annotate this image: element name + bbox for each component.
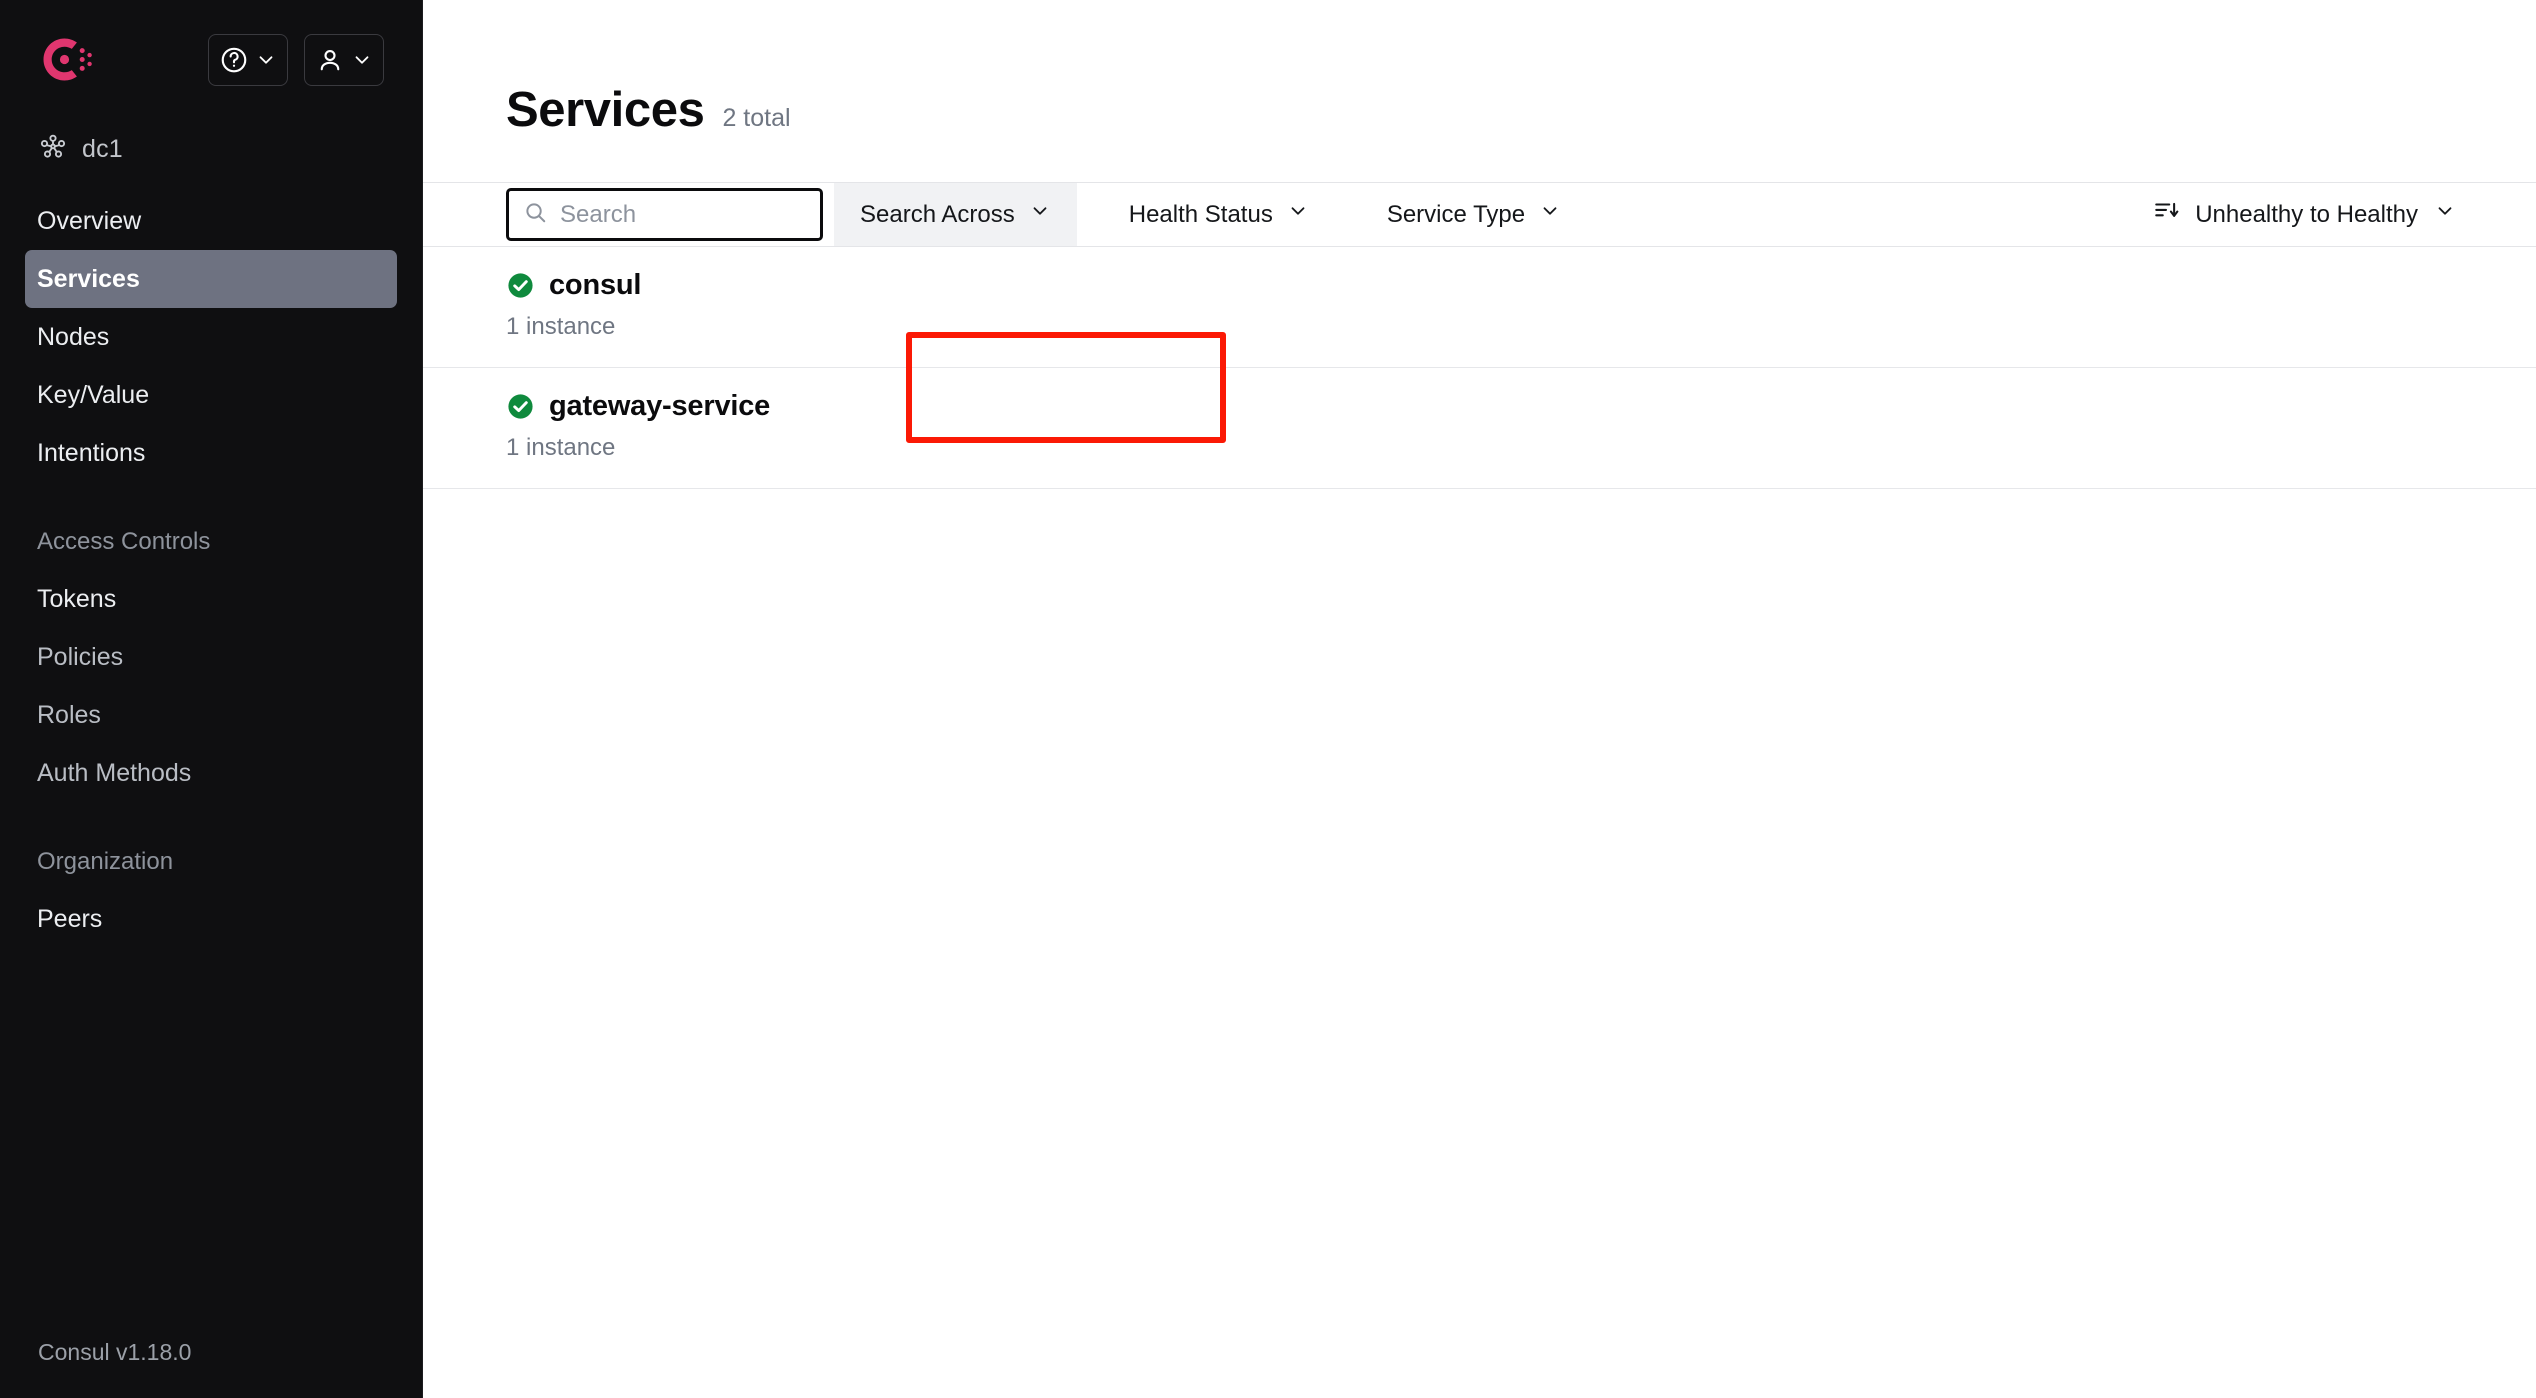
search-input[interactable] (560, 200, 806, 229)
chevron-down-icon (255, 49, 277, 71)
sidebar-item-tokens[interactable]: Tokens (25, 570, 397, 628)
chevron-down-icon (1539, 200, 1561, 229)
sidebar-section-access-controls: Access Controls (37, 528, 211, 555)
help-circle-icon (219, 45, 249, 75)
check-circle-icon (506, 392, 535, 421)
page-header: Services 2 total (423, 0, 2536, 138)
sidebar-item-peers[interactable]: Peers (25, 890, 397, 948)
service-name-row: gateway-service (506, 390, 2536, 423)
service-instance-count: 1 instance (506, 434, 616, 461)
chevron-down-icon (1287, 200, 1309, 229)
service-list-item-gateway-service[interactable]: gateway-service 1 instance (423, 368, 2536, 489)
sidebar-nav: Overview Services Nodes Key/Value Intent… (0, 192, 422, 948)
sidebar-item-nodes[interactable]: Nodes (25, 308, 397, 366)
service-list-item-consul[interactable]: consul 1 instance (423, 247, 2536, 368)
sort-label: Unhealthy to Healthy (2195, 200, 2418, 228)
sidebar-item-key-value[interactable]: Key/Value (25, 366, 397, 424)
main-content: Services 2 total Search Across (423, 0, 2536, 1398)
help-menu-button[interactable] (208, 34, 288, 86)
nodes-icon (38, 132, 68, 167)
service-list: consul 1 instance gateway-service 1 inst… (423, 247, 2536, 489)
service-instance-count: 1 instance (506, 313, 616, 340)
chevron-down-icon (351, 49, 373, 71)
app-version: Consul v1.18.0 (38, 1339, 192, 1365)
health-status-label: Health Status (1128, 200, 1273, 228)
search-icon (523, 200, 548, 230)
sidebar-item-overview[interactable]: Overview (25, 192, 397, 250)
sidebar-item-services[interactable]: Services (25, 250, 397, 308)
chevron-down-icon (1029, 200, 1051, 229)
user-menu-button[interactable] (304, 34, 384, 86)
health-status-filter[interactable]: Health Status (1103, 188, 1335, 241)
search-across-dropdown[interactable]: Search Across (834, 183, 1077, 246)
datacenter-selector[interactable]: dc1 (0, 118, 422, 180)
sidebar-item-intentions[interactable]: Intentions (25, 424, 397, 482)
sidebar-item-roles[interactable]: Roles (25, 686, 397, 744)
service-type-label: Service Type (1386, 200, 1526, 228)
sidebar-header (0, 0, 422, 92)
services-total-count: 2 total (722, 104, 791, 132)
sidebar: dc1 Overview Services Nodes Key/Value In… (0, 0, 423, 1398)
sidebar-item-auth-methods[interactable]: Auth Methods (25, 744, 397, 802)
service-name: gateway-service (549, 390, 771, 422)
sidebar-item-policies[interactable]: Policies (25, 628, 397, 686)
service-name: consul (549, 269, 642, 301)
user-icon (315, 45, 345, 75)
search-across-label: Search Across (860, 200, 1015, 228)
sidebar-section-organization: Organization (37, 848, 174, 875)
filter-toolbar-left: Search Across Health Status (423, 183, 1587, 246)
consul-logo[interactable] (38, 32, 94, 88)
sort-descending-icon (2153, 198, 2179, 231)
chevron-down-icon (2434, 200, 2456, 229)
sort-dropdown[interactable]: Unhealthy to Healthy (2153, 183, 2456, 246)
app-root: dc1 Overview Services Nodes Key/Value In… (0, 0, 2536, 1398)
service-type-filter[interactable]: Service Type (1361, 188, 1587, 241)
sidebar-header-actions (208, 34, 384, 86)
check-circle-icon (506, 271, 535, 300)
search-box[interactable] (506, 188, 823, 241)
filter-toolbar: Search Across Health Status (423, 182, 2536, 247)
datacenter-label: dc1 (82, 134, 123, 163)
service-name-row: consul (506, 269, 2536, 302)
page-title: Services (506, 83, 705, 137)
page-title-row: Services 2 total (506, 82, 2536, 138)
